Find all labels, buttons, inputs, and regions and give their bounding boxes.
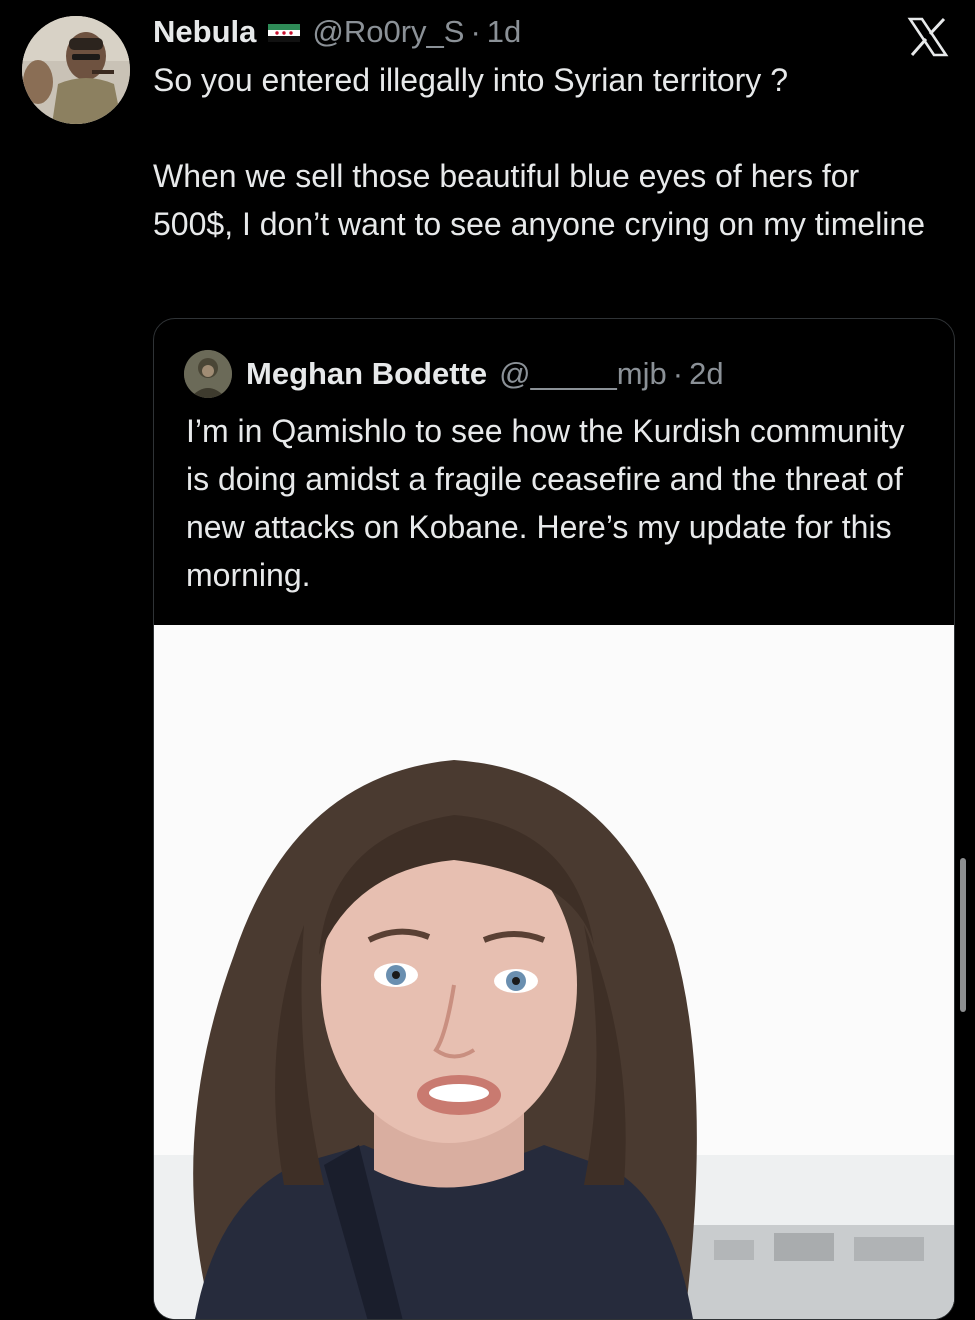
quoted-author-handle[interactable]: @_____mjb <box>499 356 667 392</box>
tweet-header: Nebula @Ro0ry_S · 1d <box>153 10 521 54</box>
tweet-paragraph: So you entered illegally into Syrian ter… <box>153 62 788 98</box>
quoted-author-avatar[interactable] <box>184 350 232 398</box>
author-avatar-photo <box>22 16 130 124</box>
quoted-tweet-header: Meghan Bodette @_____mjb · 2d <box>184 349 724 399</box>
tweet-timestamp[interactable]: 1d <box>487 14 521 50</box>
tweet[interactable]: Nebula @Ro0ry_S · 1d So you entered ille… <box>0 0 975 1320</box>
quoted-tweet-text: I’m in Qamishlo to see how the Kurdish c… <box>186 413 905 593</box>
quoted-tweet-timestamp[interactable]: 2d <box>689 356 723 392</box>
header-separator: · <box>470 14 481 49</box>
x-logo-icon[interactable] <box>907 16 949 58</box>
tweet-body: So you entered illegally into Syrian ter… <box>153 56 943 248</box>
quoted-author-avatar-photo <box>184 350 232 398</box>
author-display-name[interactable]: Nebula <box>153 14 256 50</box>
quoted-header-separator: · <box>672 356 684 391</box>
quoted-tweet-media[interactable] <box>154 625 954 1319</box>
quoted-tweet[interactable]: Meghan Bodette @_____mjb · 2d I’m in Qam… <box>153 318 955 1320</box>
author-handle[interactable]: @Ro0ry_S <box>312 14 464 50</box>
tweet-paragraph: When we sell those beautiful blue eyes o… <box>153 158 925 242</box>
scrollbar-thumb[interactable] <box>960 858 966 1012</box>
author-avatar[interactable] <box>22 16 130 124</box>
syria-revolution-flag-icon <box>268 24 301 42</box>
quoted-author-display-name[interactable]: Meghan Bodette <box>246 356 487 392</box>
media-photo <box>154 625 954 1319</box>
